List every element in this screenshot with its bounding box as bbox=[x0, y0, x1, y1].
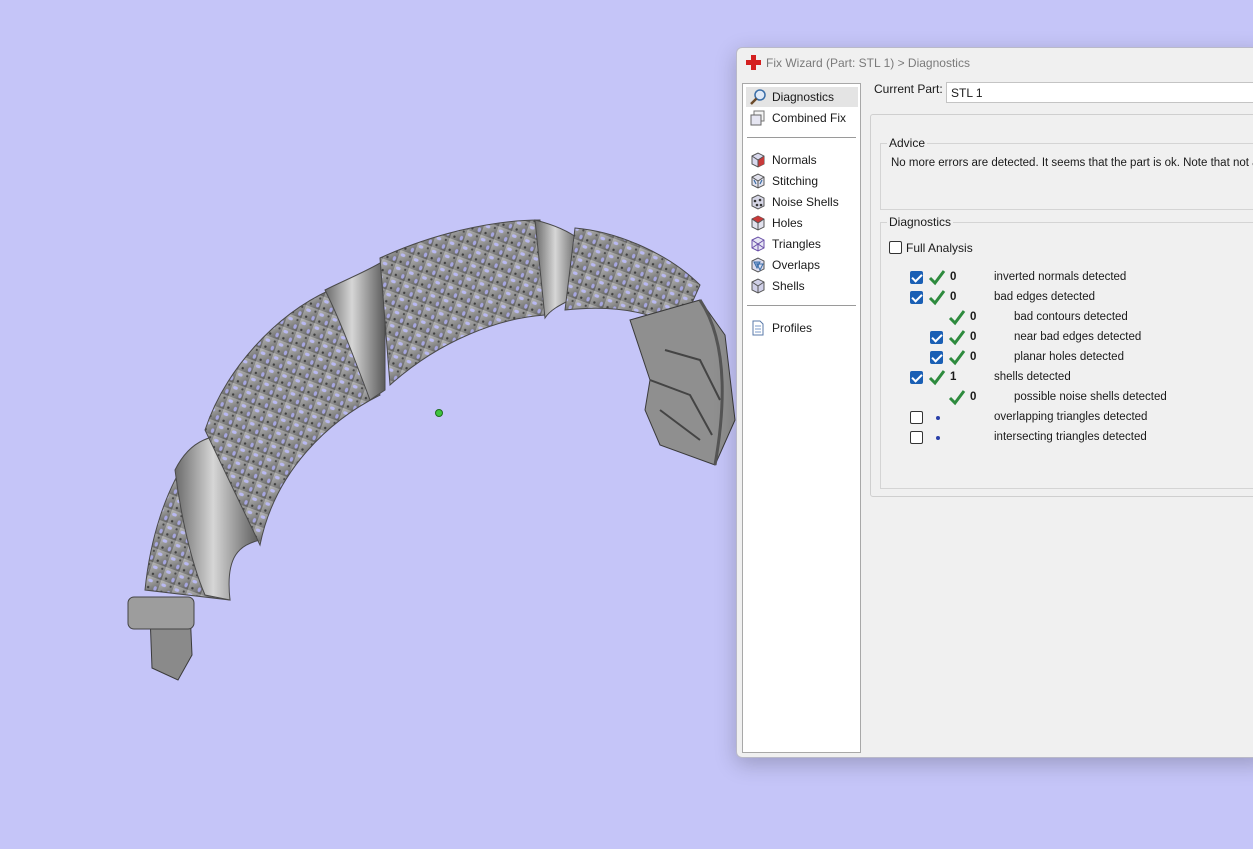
diag-label: bad contours detected bbox=[1014, 311, 1128, 323]
nav-item-holes[interactable]: Holes bbox=[746, 213, 858, 233]
nav-item-diagnostics[interactable]: Diagnostics bbox=[746, 87, 858, 107]
check-icon bbox=[948, 310, 966, 326]
normals-cube-icon bbox=[751, 152, 765, 168]
triangles-cube-icon bbox=[751, 236, 765, 252]
diag-label: shells detected bbox=[994, 371, 1071, 383]
diag-checkbox[interactable] bbox=[910, 431, 923, 444]
nav-item-overlaps[interactable]: Overlaps bbox=[746, 255, 858, 275]
noise-shells-icon bbox=[751, 194, 765, 210]
diag-row-shells: 1 shells detected bbox=[881, 369, 1253, 387]
diag-count: 0 bbox=[970, 351, 977, 363]
nav-label: Normals bbox=[772, 153, 817, 167]
advice-caption: Advice bbox=[887, 136, 928, 150]
diag-checkbox[interactable] bbox=[930, 351, 943, 364]
nav-item-stitching[interactable]: Stitching bbox=[746, 171, 858, 191]
check-icon bbox=[948, 390, 966, 406]
check-icon bbox=[948, 350, 966, 366]
stacked-cubes-icon bbox=[750, 110, 765, 126]
diag-label: intersecting triangles detected bbox=[994, 431, 1147, 443]
diag-row-bad-edges: 0 bad edges detected bbox=[881, 289, 1253, 307]
pivot-marker bbox=[435, 409, 443, 417]
nav-divider bbox=[747, 305, 856, 306]
magnifier-icon bbox=[750, 89, 766, 105]
full-analysis-label: Full Analysis bbox=[906, 241, 973, 255]
diag-checkbox[interactable] bbox=[910, 371, 923, 384]
app-cross-icon bbox=[746, 55, 761, 70]
document-icon bbox=[752, 320, 764, 336]
diag-label: near bad edges detected bbox=[1014, 331, 1142, 343]
title-bar[interactable]: Fix Wizard (Part: STL 1) > Diagnostics bbox=[737, 48, 1253, 78]
nav-item-normals[interactable]: Normals bbox=[746, 150, 858, 170]
pending-dot-icon bbox=[936, 436, 940, 440]
diag-count: 0 bbox=[970, 391, 977, 403]
check-icon bbox=[928, 290, 946, 306]
diag-count: 0 bbox=[970, 311, 977, 323]
nav-label: Holes bbox=[772, 216, 803, 230]
current-part-label: Current Part: bbox=[874, 82, 943, 96]
wizard-nav-panel: Diagnostics Combined Fix Normals Stitchi… bbox=[742, 83, 861, 753]
nav-item-combined-fix[interactable]: Combined Fix bbox=[746, 108, 858, 128]
diag-label: possible noise shells detected bbox=[1014, 391, 1167, 403]
diag-label: inverted normals detected bbox=[994, 271, 1127, 283]
shells-cube-icon bbox=[751, 278, 765, 294]
nav-label: Shells bbox=[772, 279, 805, 293]
advice-group: Advice No more errors are detected. It s… bbox=[880, 136, 1253, 210]
stitching-cube-icon bbox=[751, 173, 765, 189]
diag-checkbox[interactable] bbox=[910, 291, 923, 304]
diag-row-bad-contours: 0 bad contours detected bbox=[881, 309, 1253, 327]
full-analysis-checkbox[interactable] bbox=[889, 241, 902, 254]
diag-row-noise-shells: 0 possible noise shells detected bbox=[881, 389, 1253, 407]
diag-checkbox[interactable] bbox=[930, 331, 943, 344]
nav-label: Combined Fix bbox=[772, 111, 847, 125]
diag-count: 0 bbox=[950, 291, 957, 303]
check-icon bbox=[948, 330, 966, 346]
diag-row-intersecting-triangles: intersecting triangles detected bbox=[881, 429, 1253, 447]
diag-row-near-bad-edges: 0 near bad edges detected bbox=[881, 329, 1253, 347]
diag-checkbox[interactable] bbox=[910, 271, 923, 284]
nav-label: Profiles bbox=[772, 321, 813, 335]
pending-dot-icon bbox=[936, 416, 940, 420]
diag-count: 0 bbox=[970, 331, 977, 343]
window-title: Fix Wizard (Part: STL 1) > Diagnostics bbox=[766, 56, 970, 70]
diagnostics-group: Diagnostics Full Analysis 0 inverted nor… bbox=[880, 215, 1253, 489]
nav-item-noise-shells[interactable]: Noise Shells bbox=[746, 192, 858, 212]
nav-item-profiles[interactable]: Profiles bbox=[746, 318, 858, 338]
diag-row-inverted-normals: 0 inverted normals detected bbox=[881, 269, 1253, 287]
nav-label: Diagnostics bbox=[772, 90, 835, 104]
advice-text: No more errors are detected. It seems th… bbox=[891, 157, 1253, 169]
nav-label: Triangles bbox=[772, 237, 821, 251]
holes-cube-icon bbox=[751, 215, 765, 231]
diag-label: overlapping triangles detected bbox=[994, 411, 1148, 423]
fix-wizard-window: Fix Wizard (Part: STL 1) > Diagnostics D… bbox=[736, 47, 1253, 758]
nav-label: Noise Shells bbox=[772, 195, 839, 209]
diag-checkbox[interactable] bbox=[910, 411, 923, 424]
3d-model[interactable] bbox=[127, 219, 736, 681]
check-icon bbox=[928, 270, 946, 286]
nav-item-shells[interactable]: Shells bbox=[746, 276, 858, 296]
diagnostics-caption: Diagnostics bbox=[887, 215, 954, 229]
diag-row-overlapping-triangles: overlapping triangles detected bbox=[881, 409, 1253, 427]
diag-label: bad edges detected bbox=[994, 291, 1096, 303]
current-part-field[interactable]: STL 1 bbox=[946, 82, 1253, 103]
diag-label: planar holes detected bbox=[1014, 351, 1124, 363]
nav-item-triangles[interactable]: Triangles bbox=[746, 234, 858, 254]
overlaps-icon bbox=[751, 257, 765, 273]
check-icon bbox=[928, 370, 946, 386]
diag-count: 1 bbox=[950, 371, 957, 383]
diagnostics-page: Advice No more errors are detected. It s… bbox=[870, 114, 1253, 497]
nav-label: Stitching bbox=[772, 174, 819, 188]
nav-label: Overlaps bbox=[772, 258, 821, 272]
diag-row-planar-holes: 0 planar holes detected bbox=[881, 349, 1253, 367]
diag-count: 0 bbox=[950, 271, 957, 283]
nav-divider bbox=[747, 137, 856, 138]
